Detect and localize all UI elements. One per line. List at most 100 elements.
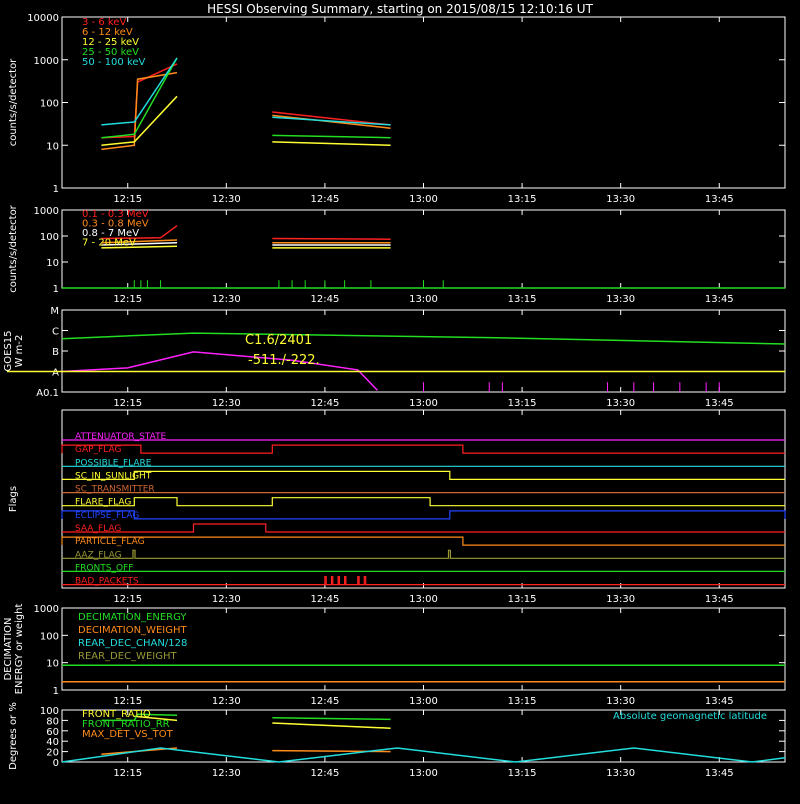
x-tick-label: 12:45 — [310, 768, 339, 779]
y-tick-label: 20 — [46, 748, 59, 759]
series-25-50-kev — [272, 134, 391, 139]
x-tick-label: 12:30 — [212, 398, 241, 409]
y-tick-label: 1 — [53, 686, 59, 697]
x-tick-label: 12:15 — [113, 194, 142, 205]
flag-trace-aaz-flag — [62, 549, 785, 559]
series-12-25-kev — [272, 141, 391, 147]
y-axis-label: ENERGY or weight — [14, 604, 25, 695]
y-tick-label: 10000 — [27, 13, 59, 24]
x-tick-label: 13:45 — [705, 594, 734, 605]
y-tick-label: 60 — [46, 727, 59, 738]
y-axis-label: W m-2 — [14, 335, 25, 368]
x-tick-label: 12:45 — [310, 194, 339, 205]
x-tick-label: 13:15 — [508, 294, 537, 305]
x-tick-label: 12:30 — [212, 194, 241, 205]
x-tick-label: 13:00 — [409, 696, 438, 707]
x-tick-label: 12:15 — [113, 696, 142, 707]
goes-annotation-class: C1.6/2401 — [245, 333, 312, 348]
flag-trace-sc-in-sunlight — [62, 470, 785, 480]
x-tick-label: 12:45 — [310, 398, 339, 409]
flag-trace-flare-flag — [62, 497, 785, 507]
flag-label: GAP_FLAG — [75, 445, 121, 455]
legend-entry: REAR_DEC_WEIGHT — [78, 651, 177, 662]
x-tick-label: 13:15 — [508, 696, 537, 707]
series-0-1-0-3-mev — [272, 237, 391, 240]
series-front-ratio-rr — [272, 717, 391, 721]
x-tick-label: 13:30 — [606, 594, 635, 605]
flag-trace-eclipse-flag — [61, 510, 786, 520]
series-front-ratio — [272, 722, 391, 729]
y-tick-label: 10 — [46, 659, 59, 670]
panel-frame-2 — [61, 309, 786, 393]
panel-frame-3 — [61, 409, 786, 589]
x-tick-label: 13:30 — [606, 194, 635, 205]
x-tick-label: 12:45 — [310, 696, 339, 707]
goes-annotation-position: -511./-222. — [248, 353, 320, 368]
flag-label: ECLIPSE_FLAG — [75, 511, 139, 521]
x-tick-label: 12:15 — [113, 768, 142, 779]
x-tick-label: 13:00 — [409, 194, 438, 205]
x-tick-label: 12:15 — [113, 294, 142, 305]
x-tick-label: 13:00 — [409, 768, 438, 779]
y-tick-label: B — [52, 347, 59, 358]
flag-trace-gap-flag — [61, 444, 785, 454]
x-tick-label: 12:45 — [310, 594, 339, 605]
y-axis-label: counts/s/detector — [8, 58, 19, 146]
x-tick-label: 13:15 — [508, 194, 537, 205]
x-tick-label: 13:45 — [705, 194, 734, 205]
x-tick-label: 13:30 — [606, 398, 635, 409]
legend-entry: REAR_DEC_CHAN/128 — [78, 638, 187, 649]
x-tick-label: 13:45 — [705, 768, 734, 779]
flag-trace-particle-flag — [61, 536, 785, 546]
x-tick-label: 13:30 — [606, 768, 635, 779]
x-tick-label: 12:45 — [310, 294, 339, 305]
y-tick-label: 10 — [46, 258, 59, 269]
y-tick-label: 1000 — [34, 206, 59, 217]
x-tick-label: 13:45 — [705, 294, 734, 305]
y-tick-label: C — [52, 327, 59, 338]
y-tick-label: 10 — [46, 141, 59, 152]
flag-trace-saa-flag — [62, 523, 785, 533]
chart-title: HESSI Observing Summary, starting on 201… — [207, 2, 593, 16]
x-tick-label: 13:30 — [606, 294, 635, 305]
y-tick-label: 100 — [40, 631, 59, 642]
x-tick-label: 13:45 — [705, 398, 734, 409]
y-axis-label: Degrees or % — [8, 702, 19, 770]
y-tick-label: 1 — [53, 284, 59, 295]
legend-entry: 50 - 100 keV — [82, 57, 146, 68]
chart-canvas: HESSI Observing Summary, starting on 201… — [3, 2, 786, 779]
y-tick-label: M — [50, 306, 59, 317]
legend-entry: DECIMATION_WEIGHT — [78, 625, 187, 636]
y-tick-label: 1 — [53, 184, 59, 195]
x-tick-label: 13:45 — [705, 696, 734, 707]
y-tick-label: 40 — [46, 737, 59, 748]
x-tick-label: 12:30 — [212, 696, 241, 707]
x-tick-label: 12:30 — [212, 294, 241, 305]
y-tick-label: A0.1 — [36, 388, 59, 399]
series-50-100-kev — [101, 57, 178, 126]
x-tick-label: 13:15 — [508, 768, 537, 779]
legend-entry: MAX_DET_VS_TOT — [82, 729, 174, 740]
y-tick-label: 100 — [40, 232, 59, 243]
hessi-summary: HESSI Observing Summary, starting on 201… — [0, 0, 800, 800]
y-axis-label: counts/s/detector — [8, 204, 19, 292]
x-tick-label: 12:15 — [113, 398, 142, 409]
panel-frame-1 — [61, 209, 786, 289]
x-tick-label: 13:00 — [409, 398, 438, 409]
y-tick-label: 1000 — [34, 604, 59, 615]
y-axis-label: DECIMATION — [3, 617, 14, 680]
flag-label: PARTICLE_FLAG — [75, 537, 145, 547]
legend-entry: 7 - 20 MeV — [82, 238, 136, 249]
x-tick-label: 12:30 — [212, 768, 241, 779]
y-tick-label: 1000 — [34, 56, 59, 67]
y-tick-label: 100 — [40, 706, 59, 717]
legend-entry: DECIMATION_ENERGY — [78, 612, 187, 623]
x-tick-label: 13:30 — [606, 696, 635, 707]
y-axis-label: GOES15 — [3, 330, 14, 371]
x-tick-label: 12:30 — [212, 594, 241, 605]
x-tick-label: 13:00 — [409, 294, 438, 305]
x-tick-label: 12:15 — [113, 594, 142, 605]
y-tick-label: 100 — [40, 99, 59, 110]
x-tick-label: 13:00 — [409, 594, 438, 605]
x-tick-label: 13:15 — [508, 594, 537, 605]
